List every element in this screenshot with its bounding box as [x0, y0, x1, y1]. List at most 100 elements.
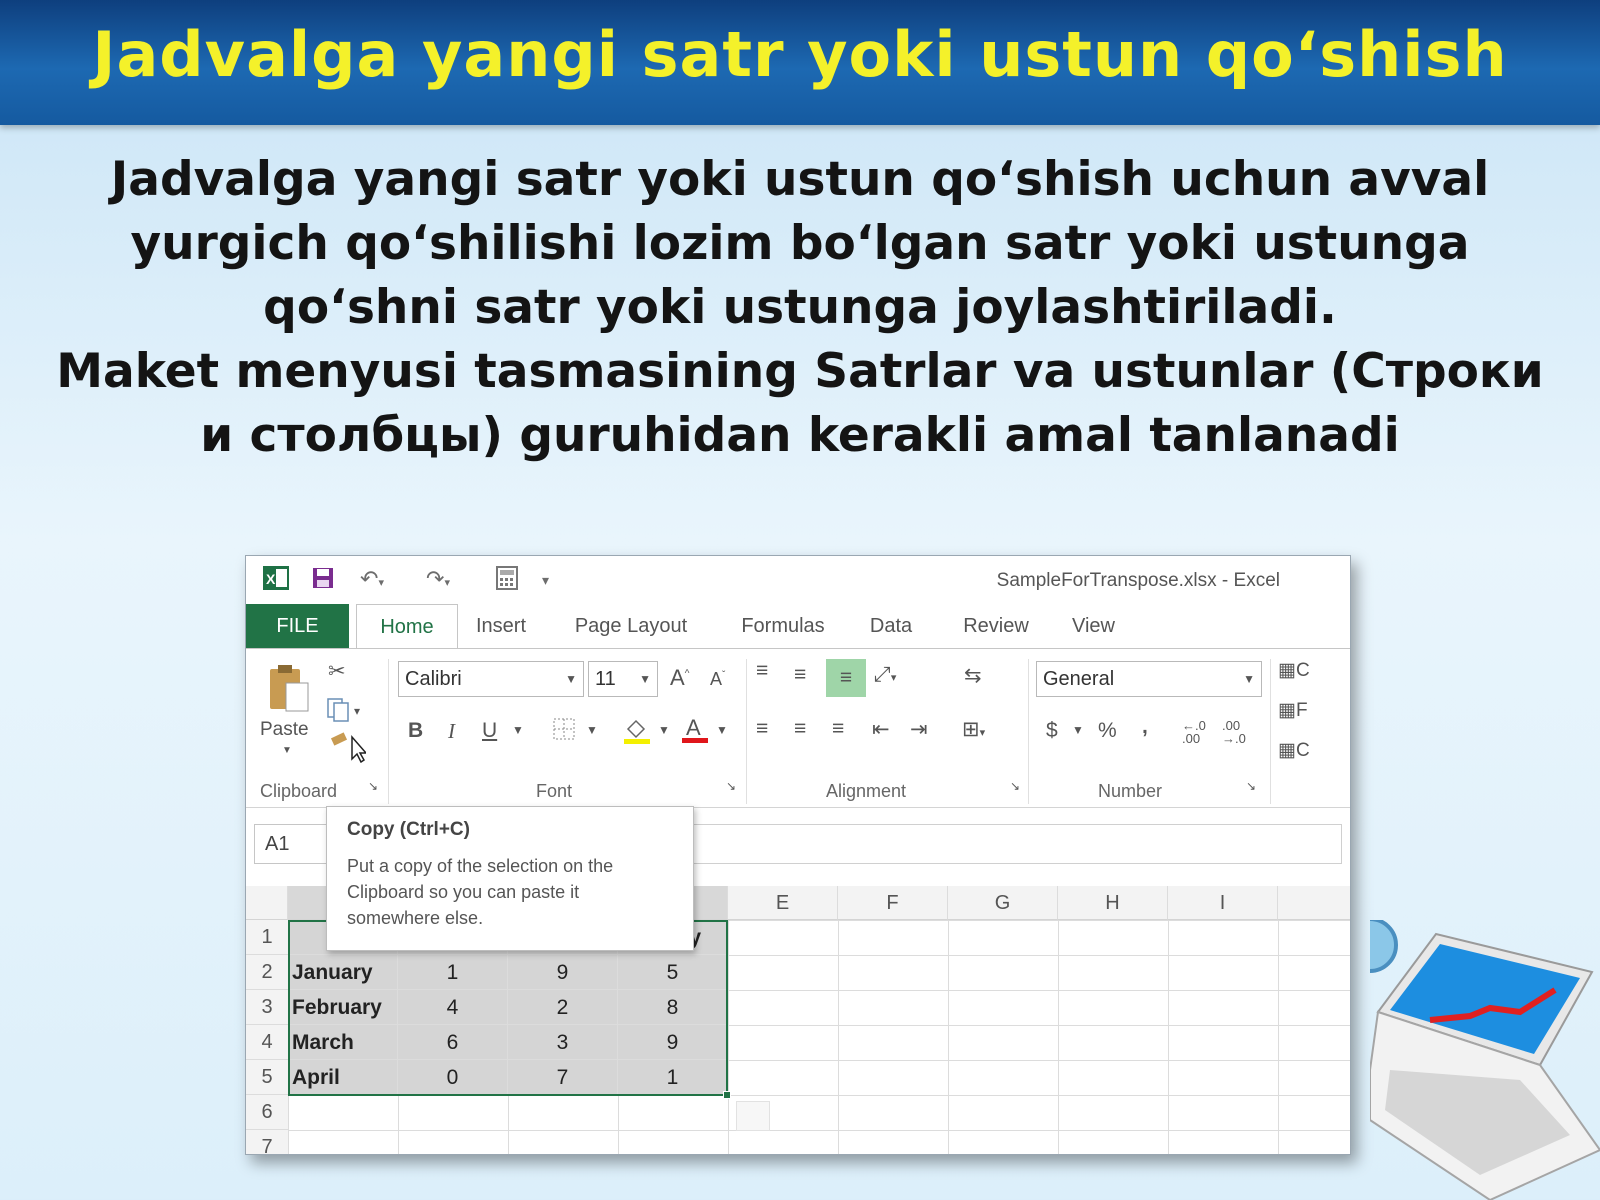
tab-page-layout[interactable]: Page Layout — [566, 604, 696, 648]
column-header-e[interactable]: E — [728, 886, 838, 920]
empty-grid[interactable] — [728, 920, 1350, 1154]
tab-review[interactable]: Review — [956, 604, 1036, 648]
paste-button[interactable] — [264, 661, 312, 721]
fill-color-icon[interactable] — [622, 715, 652, 751]
cut-icon[interactable]: ✂ — [328, 659, 346, 684]
font-size-dropdown[interactable]: 11 ▼ — [588, 661, 658, 697]
increase-indent-icon[interactable]: ⇥ — [910, 717, 928, 742]
cell[interactable]: 9 — [618, 1025, 728, 1060]
group-separator — [746, 659, 747, 804]
column-header-h[interactable]: H — [1058, 886, 1168, 920]
select-all-corner[interactable] — [246, 886, 288, 920]
align-center-icon[interactable]: ≡ — [794, 717, 806, 741]
increase-font-icon[interactable]: A^ — [670, 665, 689, 691]
tab-data[interactable]: Data — [866, 604, 916, 648]
calculator-icon[interactable] — [496, 566, 518, 596]
quick-analysis-icon[interactable] — [736, 1101, 770, 1131]
bold-button[interactable]: B — [408, 719, 423, 743]
wrap-text-icon[interactable]: ⇆ — [964, 663, 982, 688]
decrease-decimal-icon[interactable]: .00 →.0 — [1222, 719, 1246, 745]
redo-icon[interactable]: ↷▾ — [426, 566, 450, 592]
column-header-g[interactable]: G — [948, 886, 1058, 920]
copy-icon[interactable]: ▾ — [326, 697, 366, 729]
cell-month[interactable]: March — [288, 1025, 398, 1060]
font-name-value: Calibri — [405, 668, 462, 690]
align-right-icon[interactable]: ≡ — [832, 717, 844, 741]
row-header-1[interactable]: 1 — [246, 920, 288, 955]
undo-icon[interactable]: ↶▾ — [360, 566, 384, 592]
cell-month[interactable]: January — [288, 955, 398, 990]
number-format-dropdown[interactable]: General ▼ — [1036, 661, 1262, 697]
cell[interactable]: 1 — [398, 955, 508, 990]
font-color-dropdown-icon[interactable]: ▼ — [716, 723, 728, 737]
font-name-dropdown[interactable]: Calibri ▼ — [398, 661, 584, 697]
italic-button[interactable]: I — [448, 719, 455, 744]
paste-dropdown-icon[interactable]: ▼ — [282, 745, 292, 756]
decrease-font-icon[interactable]: Aˇ — [710, 669, 725, 690]
row-header-6[interactable]: 6 — [246, 1095, 288, 1130]
tab-file[interactable]: FILE — [246, 604, 349, 648]
clipboard-launcher-icon[interactable]: ↘ — [368, 779, 378, 793]
cell[interactable]: 3 — [508, 1025, 618, 1060]
group-separator — [1270, 659, 1271, 804]
fill-color-dropdown-icon[interactable]: ▼ — [658, 723, 670, 737]
cell[interactable]: 9 — [508, 955, 618, 990]
cell-month[interactable]: April — [288, 1060, 398, 1095]
column-header-next[interactable] — [1278, 886, 1350, 920]
percent-button[interactable]: % — [1098, 719, 1117, 743]
formula-bar[interactable] — [692, 824, 1342, 864]
underline-dropdown-icon[interactable]: ▼ — [512, 723, 524, 737]
slide-body: Jadvalga yangi satr yoki ustun qo‘shish … — [10, 148, 1590, 468]
tab-view[interactable]: View — [1066, 604, 1121, 648]
orientation-icon[interactable]: ⤢▾ — [874, 663, 896, 687]
cell[interactable]: 2 — [508, 990, 618, 1025]
laptop-decoration-icon — [1342, 917, 1600, 1200]
underline-button[interactable]: U — [482, 719, 497, 743]
align-bottom-icon[interactable]: ≡ — [826, 659, 866, 697]
decrease-indent-icon[interactable]: ⇤ — [872, 717, 890, 742]
align-top-icon[interactable]: ≡ — [756, 659, 768, 683]
conditional-formatting-button[interactable]: ▦C — [1278, 659, 1310, 682]
row-header-5[interactable]: 5 — [246, 1060, 288, 1095]
row-header-3[interactable]: 3 — [246, 990, 288, 1025]
cell-styles-button[interactable]: ▦C — [1278, 739, 1310, 762]
row-header-4[interactable]: 4 — [246, 1025, 288, 1060]
cell[interactable]: 5 — [618, 955, 728, 990]
cell[interactable]: 8 — [618, 990, 728, 1025]
cell[interactable]: 1 — [618, 1060, 728, 1095]
borders-dropdown-icon[interactable]: ▼ — [586, 723, 598, 737]
currency-dropdown-icon[interactable]: ▼ — [1072, 723, 1084, 737]
cell-month[interactable]: February — [288, 990, 398, 1025]
row-header-7[interactable]: 7 — [246, 1130, 288, 1154]
font-launcher-icon[interactable]: ↘ — [726, 779, 736, 793]
cell[interactable]: 7 — [508, 1060, 618, 1095]
align-middle-icon[interactable]: ≡ — [794, 663, 806, 687]
tab-home[interactable]: Home — [356, 604, 458, 649]
column-header-f[interactable]: F — [838, 886, 948, 920]
currency-button[interactable]: $ — [1046, 719, 1058, 743]
column-header-i[interactable]: I — [1168, 886, 1278, 920]
fill-handle[interactable] — [723, 1091, 731, 1099]
format-as-table-button[interactable]: ▦F — [1278, 699, 1308, 722]
borders-icon[interactable] — [552, 717, 576, 747]
merge-center-icon[interactable]: ⊞▾ — [962, 717, 985, 742]
cell[interactable]: 0 — [398, 1060, 508, 1095]
alignment-launcher-icon[interactable]: ↘ — [1010, 779, 1020, 793]
empty-grid[interactable] — [288, 1095, 728, 1154]
comma-button[interactable]: , — [1142, 715, 1148, 739]
name-box[interactable]: A1 — [254, 824, 334, 864]
tab-insert[interactable]: Insert — [471, 604, 531, 648]
font-size-value: 11 — [595, 668, 616, 690]
font-color-icon[interactable]: A — [680, 713, 710, 751]
increase-decimal-icon[interactable]: ←.0.00 — [1182, 719, 1206, 745]
align-left-icon[interactable]: ≡ — [756, 717, 768, 741]
number-format-value: General — [1043, 668, 1115, 690]
cell[interactable]: 4 — [398, 990, 508, 1025]
row-header-2[interactable]: 2 — [246, 955, 288, 990]
tab-formulas[interactable]: Formulas — [733, 604, 833, 648]
format-painter-icon[interactable] — [330, 729, 368, 769]
cell[interactable]: 6 — [398, 1025, 508, 1060]
save-icon[interactable] — [311, 566, 335, 596]
customize-qat-icon[interactable]: ▾ — [542, 572, 549, 589]
number-launcher-icon[interactable]: ↘ — [1246, 779, 1256, 793]
